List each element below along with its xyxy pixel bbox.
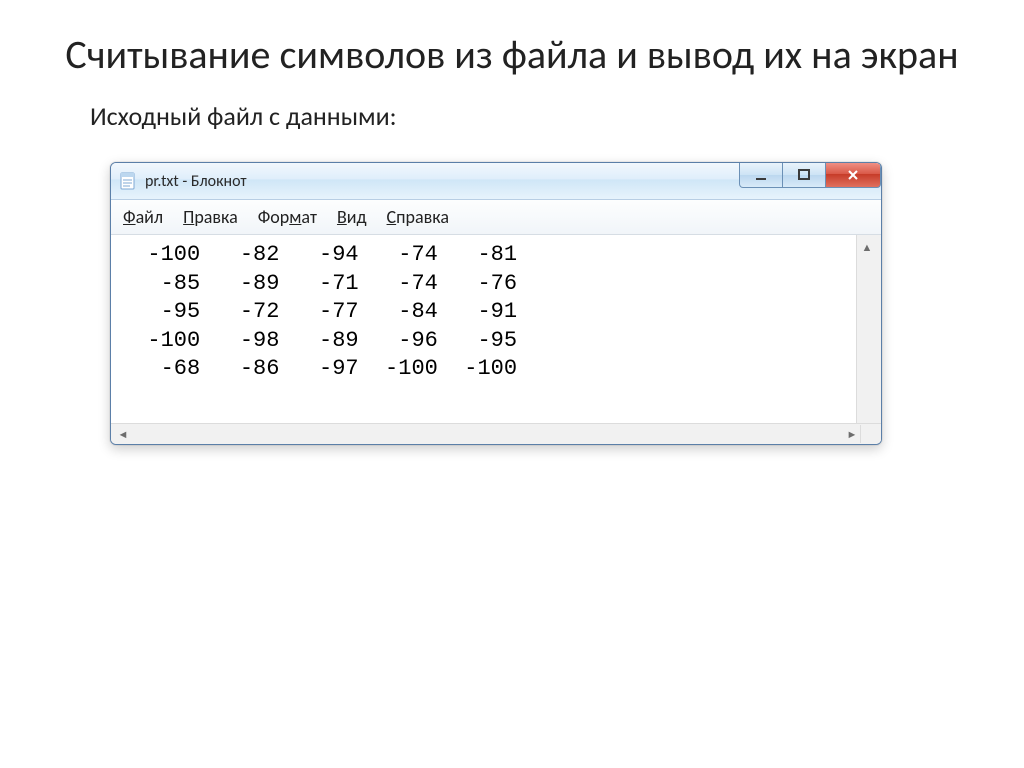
- window-controls: [739, 163, 881, 199]
- notepad-icon: [119, 172, 137, 190]
- titlebar[interactable]: pr.txt - Блокнот: [111, 163, 881, 200]
- menu-file[interactable]: Файл: [123, 206, 163, 228]
- notepad-window: pr.txt - Блокнот: [110, 162, 882, 445]
- scroll-left-icon[interactable]: ◄: [115, 426, 131, 442]
- close-button[interactable]: [826, 163, 881, 188]
- slide-subtitle: Исходный файл с данными:: [90, 100, 964, 132]
- menu-view[interactable]: Вид: [337, 206, 367, 228]
- scroll-up-icon[interactable]: ▲: [859, 239, 875, 255]
- text-area[interactable]: -100 -82 -94 -74 -81 -85 -89 -71 -74 -76…: [111, 235, 856, 423]
- slide-title: Считывание символов из файла и вывод их …: [60, 30, 964, 80]
- horizontal-scrollbar[interactable]: ◄ ►: [111, 423, 881, 444]
- menubar: Файл Правка Формат Вид Справка: [111, 200, 881, 235]
- scroll-right-icon[interactable]: ►: [844, 426, 860, 442]
- maximize-button[interactable]: [783, 163, 826, 188]
- minimize-button[interactable]: [739, 163, 783, 188]
- menu-help[interactable]: Справка: [387, 206, 449, 228]
- resize-grip[interactable]: [860, 425, 881, 443]
- vertical-scrollbar[interactable]: ▲: [856, 235, 881, 423]
- menu-edit[interactable]: Правка: [183, 206, 238, 228]
- window-title: pr.txt - Блокнот: [145, 172, 247, 191]
- menu-format[interactable]: Формат: [258, 206, 317, 228]
